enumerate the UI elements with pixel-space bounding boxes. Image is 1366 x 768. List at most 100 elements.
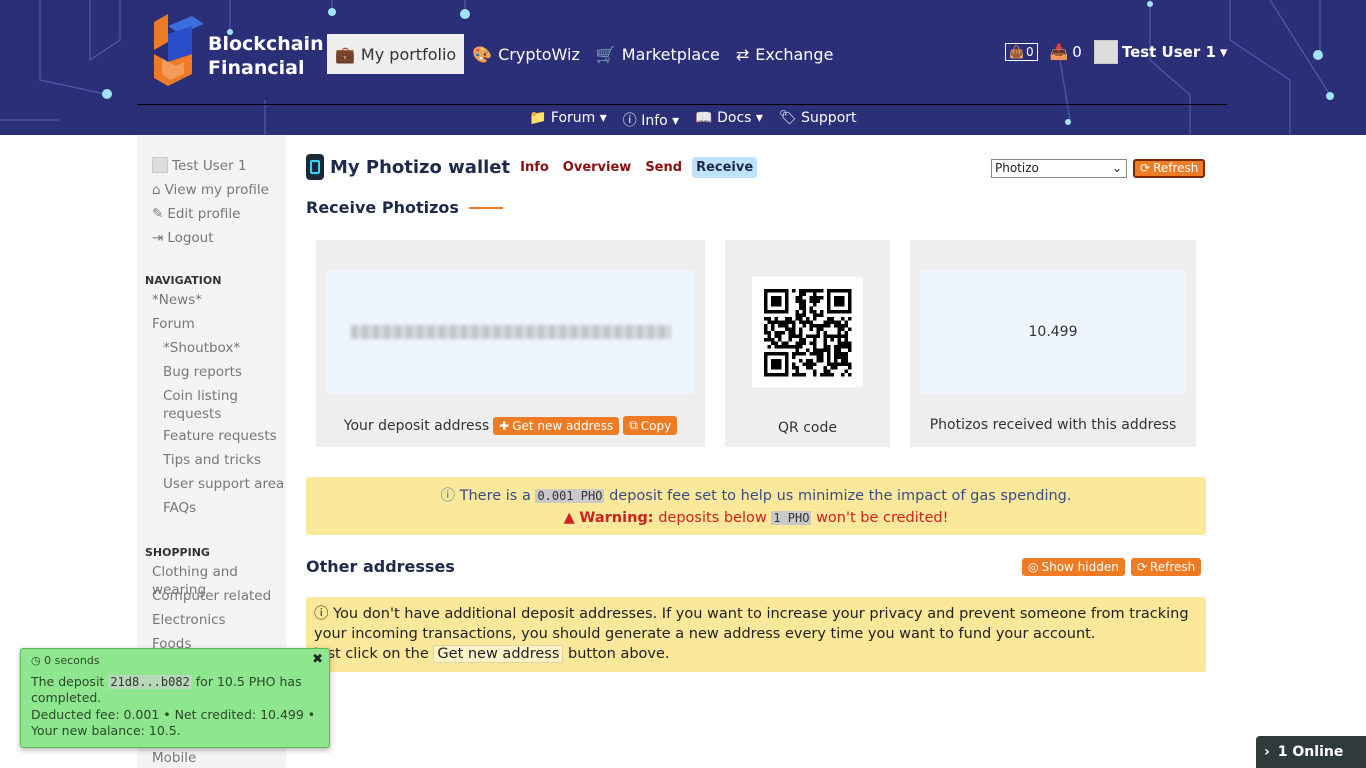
- qr-code-image: [764, 289, 852, 377]
- page-title: My Photizo wallet: [330, 156, 511, 178]
- caret-down-icon: ▾: [599, 110, 607, 126]
- copy-button[interactable]: ⧉ Copy: [623, 416, 678, 435]
- cart-button[interactable]: 👜 0: [1005, 43, 1038, 61]
- briefcase-icon: 💼: [335, 44, 355, 64]
- notice-text: There is a: [459, 488, 531, 504]
- hint-line: Just click on the Get new address button…: [314, 644, 1198, 664]
- caret-down-icon: ▾: [755, 110, 763, 126]
- warning-text: won't be credited!: [816, 510, 949, 526]
- deposit-address-footer: Your deposit address ✚ Get new address ⧉ C…: [316, 416, 705, 435]
- qr-code: [752, 277, 863, 387]
- nav-my-portfolio[interactable]: 💼 My portfolio: [327, 34, 465, 74]
- deposit-address-box[interactable]: [326, 270, 695, 394]
- sidebar-item-shoutbox[interactable]: *Shoutbox*: [137, 339, 286, 363]
- refresh-label: Refresh: [1153, 161, 1199, 175]
- subnav-forum[interactable]: 📁 Forum ▾: [529, 110, 607, 130]
- subnav-docs[interactable]: 📖 Docs ▾: [695, 110, 763, 130]
- chevron-right-icon: ›: [1264, 744, 1270, 760]
- sidebar-user[interactable]: Test User 1: [137, 157, 286, 181]
- min-code: 1 PHO: [771, 511, 812, 525]
- eye-icon: ◎: [1028, 560, 1039, 574]
- info-icon: ⓘ: [440, 488, 456, 504]
- info-icon: ⓘ: [622, 113, 637, 129]
- nav-label: Marketplace: [621, 44, 720, 64]
- exchange-icon: ⇄: [735, 44, 750, 64]
- fee-code: 0.001 PHO: [535, 489, 605, 503]
- deposit-address-blurred: [350, 325, 671, 339]
- top-right-controls: 👜 0 📥 0 Test User 1 ▾: [1005, 40, 1227, 64]
- logout-icon: ⇥: [152, 230, 164, 246]
- sidebar-view-profile[interactable]: ⌂ View my profile: [137, 181, 286, 205]
- sidebar-item-bug-reports[interactable]: Bug reports: [137, 363, 286, 387]
- nav-cryptowiz[interactable]: 🎨 CryptoWiz: [464, 34, 588, 74]
- sidebar-item-feature-requests[interactable]: Feature requests: [137, 427, 286, 451]
- home-icon: ⌂: [152, 182, 161, 198]
- palette-icon: 🎨: [472, 44, 493, 64]
- other-addresses-actions: ◎ Show hidden ⟳ Refresh: [1022, 558, 1202, 576]
- sidebar-item-coin-listing[interactable]: Coin listing requests: [137, 387, 257, 427]
- user-name: Test User 1: [1121, 43, 1216, 61]
- sidebar-logout[interactable]: ⇥ Logout: [137, 229, 286, 253]
- sidebar-item-tips[interactable]: Tips and tricks: [137, 451, 286, 475]
- sidebar-item-clothing[interactable]: Clothing and wearing: [137, 563, 286, 598]
- copy-icon: ⧉: [629, 418, 638, 432]
- subnav-info[interactable]: ⓘ Info ▾: [623, 110, 679, 130]
- cart-icon: 🛒: [595, 44, 616, 64]
- qr-card: QR code: [725, 240, 890, 447]
- sub-nav: 📁 Forum ▾ ⓘ Info ▾ 📖 Docs ▾ 🏷 Support: [529, 110, 857, 130]
- inbox-button[interactable]: 📥 0: [1050, 43, 1082, 61]
- toast-message: The deposit 21d8...b082 for 10.5 PHO has…: [31, 674, 319, 707]
- clock-icon: ◷: [31, 654, 41, 667]
- nav-exchange[interactable]: ⇄ Exchange: [728, 34, 842, 74]
- subnav-support[interactable]: 🏷 Support: [779, 110, 857, 130]
- tab-info[interactable]: Info: [516, 157, 553, 178]
- brand-name: Blockchain Financial: [208, 32, 324, 80]
- info-icon: ⓘ: [314, 606, 329, 622]
- tag-icon: 🏷: [778, 110, 797, 126]
- section-title-text: Receive Photizos: [306, 198, 459, 217]
- avatar: [1093, 40, 1118, 64]
- received-amount: 10.499: [1028, 324, 1078, 340]
- caret-down-icon: ▾: [672, 113, 680, 129]
- warning-icon: ▲: [563, 510, 575, 526]
- sidebar-item-forum[interactable]: Forum: [137, 315, 286, 339]
- received-box: 10.499: [920, 270, 1186, 394]
- online-widget[interactable]: › 1 Online: [1256, 736, 1366, 768]
- hint-text: Just click on the: [314, 646, 429, 662]
- close-icon[interactable]: ✖: [312, 652, 323, 669]
- user-menu[interactable]: Test User 1 ▾: [1093, 40, 1227, 64]
- sidebar-edit-profile[interactable]: ✎ Edit profile: [137, 205, 286, 229]
- sidebar-item-mobile[interactable]: Mobile: [137, 749, 196, 768]
- hint-button-ref: Get new address: [433, 645, 564, 663]
- sidebar-heading-navigation: NAVIGATION: [145, 274, 222, 287]
- cart-count: 0: [1025, 45, 1034, 59]
- tab-send[interactable]: Send: [641, 157, 686, 178]
- get-new-address-button[interactable]: ✚ Get new address: [493, 416, 620, 435]
- sidebar-item-computer[interactable]: Computer related: [137, 587, 286, 611]
- sidebar-item-electronics[interactable]: Electronics: [137, 611, 286, 635]
- nav-marketplace[interactable]: 🛒 Marketplace: [588, 34, 728, 74]
- toast-time: ◷ 0 seconds: [31, 653, 319, 670]
- plus-icon: ✚: [499, 418, 510, 433]
- tab-overview[interactable]: Overview: [559, 157, 636, 178]
- tab-receive[interactable]: Receive: [692, 156, 758, 178]
- brand-logo[interactable]: Blockchain Financial: [146, 12, 326, 88]
- sidebar-heading-shopping: SHOPPING: [145, 546, 210, 559]
- sidebar-item-user-support[interactable]: User support area: [137, 475, 286, 499]
- refresh-other-button[interactable]: ⟳ Refresh: [1130, 558, 1202, 576]
- site-header: Blockchain Financial 💼 My portfolio 🎨 Cr…: [0, 0, 1366, 135]
- coin-select[interactable]: Photizo ⌄: [991, 159, 1127, 178]
- sidebar-item-news[interactable]: *News*: [137, 291, 286, 315]
- warning-line: ▲ Warning: deposits below 1 PHO won't be…: [306, 507, 1206, 529]
- sidebar-item-faqs[interactable]: FAQs: [137, 499, 286, 523]
- refresh-button[interactable]: ⟳ Refresh: [1133, 159, 1206, 178]
- nav-label: My portfolio: [360, 44, 457, 64]
- inbox-count: 0: [1072, 43, 1082, 61]
- fee-line: ⓘ There is a 0.001 PHO deposit fee set t…: [306, 485, 1206, 507]
- nav-label: Exchange: [755, 44, 834, 64]
- show-hidden-button[interactable]: ◎ Show hidden: [1022, 558, 1125, 576]
- folder-icon: 📁: [529, 110, 547, 126]
- sidebar-user-name: Test User 1: [172, 158, 247, 174]
- subnav-label: Support: [801, 110, 857, 126]
- received-card: 10.499 Photizos received with this addre…: [910, 240, 1196, 447]
